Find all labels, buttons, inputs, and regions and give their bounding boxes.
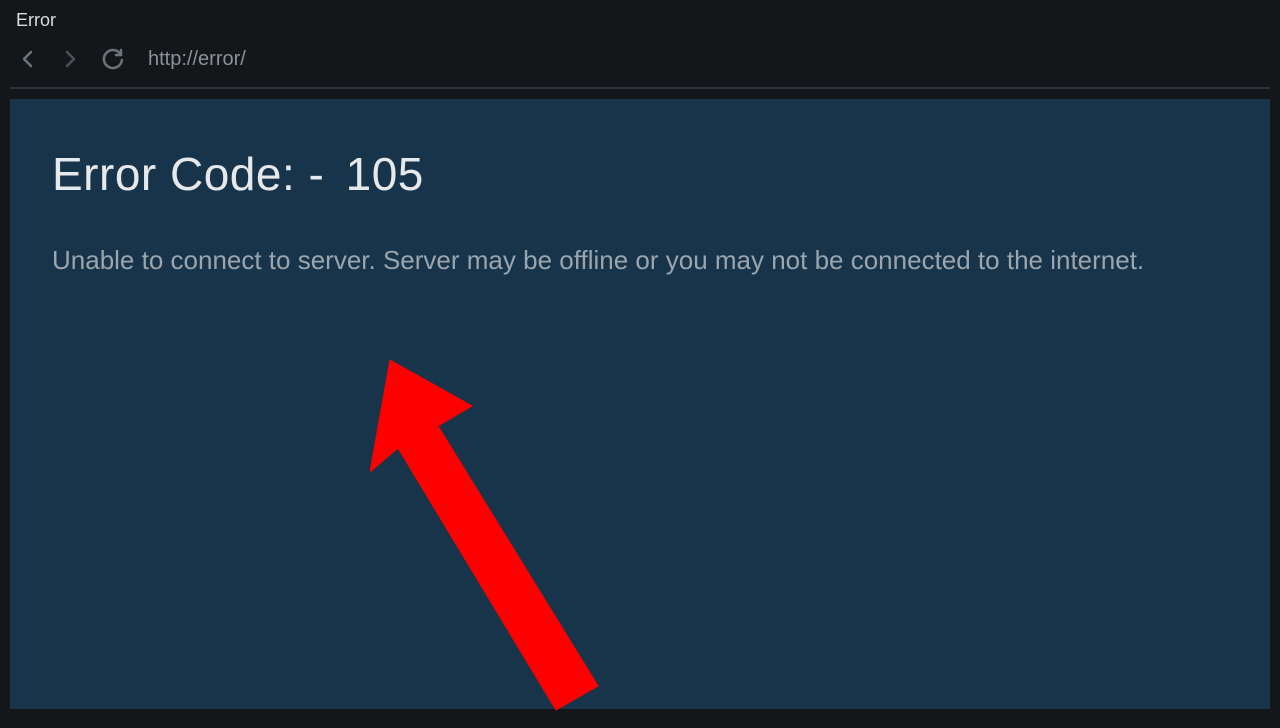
tab-row: Error [0, 6, 1280, 41]
toolbar-divider [10, 87, 1270, 89]
back-icon[interactable] [14, 45, 42, 73]
error-heading-prefix: Error Code: - [52, 148, 324, 200]
error-page-content: Error Code: - 105 Unable to connect to s… [10, 99, 1270, 709]
url-display[interactable]: http://error/ [148, 48, 246, 71]
error-heading: Error Code: - 105 [52, 147, 1228, 201]
reload-icon[interactable] [98, 45, 126, 73]
error-message: Unable to connect to server. Server may … [52, 241, 1172, 280]
tab-title[interactable]: Error [16, 10, 56, 30]
forward-icon[interactable] [56, 45, 84, 73]
browser-toolbar: Error http://error/ [0, 0, 1280, 89]
error-code-number: 105 [346, 147, 424, 201]
nav-row: http://error/ [0, 41, 1280, 87]
